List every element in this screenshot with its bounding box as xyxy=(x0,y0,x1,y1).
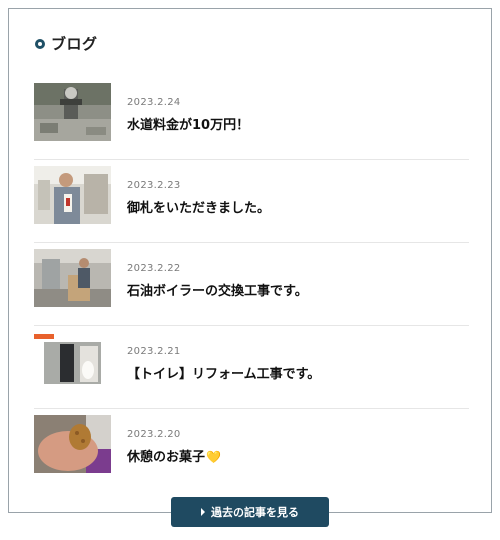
post-thumbnail[interactable] xyxy=(34,415,111,473)
more-posts-button[interactable]: 過去の記事を見る xyxy=(171,497,329,527)
more-posts-label: 過去の記事を見る xyxy=(211,506,299,519)
post-date: 2023.2.21 xyxy=(127,346,181,357)
post-title[interactable]: 休憩のお菓子💛 xyxy=(127,446,221,465)
post-thumbnail[interactable] xyxy=(34,166,111,224)
post-title-text[interactable]: 休憩のお菓子 xyxy=(127,450,205,465)
post-thumbnail[interactable] xyxy=(34,332,111,390)
blog-post-item[interactable]: 2023.2.24 水道料金が10万円！ xyxy=(34,77,469,160)
post-date: 2023.2.23 xyxy=(127,180,181,191)
blog-post-item[interactable]: 2023.2.21 【トイレ】リフォーム工事です。 xyxy=(34,326,469,409)
yellow-heart-icon: 💛 xyxy=(206,450,221,464)
post-date: 2023.2.22 xyxy=(127,263,181,274)
section-header: ブログ xyxy=(35,33,98,54)
post-title[interactable]: 【トイレ】リフォーム工事です。 xyxy=(127,363,320,382)
post-title-text[interactable]: 石油ボイラーの交換工事です。 xyxy=(127,284,308,299)
post-title-text[interactable]: 御札をいただきました。 xyxy=(127,201,270,216)
caret-right-icon xyxy=(201,508,205,516)
blog-post-item[interactable]: 2023.2.20 休憩のお菓子💛 xyxy=(34,409,469,492)
post-date: 2023.2.24 xyxy=(127,97,181,108)
post-date: 2023.2.20 xyxy=(127,429,181,440)
blog-post-item[interactable]: 2023.2.23 御札をいただきました。 xyxy=(34,160,469,243)
blog-post-list: 2023.2.24 水道料金が10万円！ 2023.2.23 御札をいただきまし… xyxy=(34,77,469,492)
post-title[interactable]: 御札をいただきました。 xyxy=(127,197,270,216)
section-title: ブログ xyxy=(51,35,98,53)
blog-widget: ブログ 2023.2.24 水道料金が10万円！ 2023.2.23 御札をいた… xyxy=(8,8,492,513)
post-title-text[interactable]: 水道料金が10万円！ xyxy=(127,118,249,133)
ring-bullet-icon xyxy=(35,38,45,49)
post-title[interactable]: 石油ボイラーの交換工事です。 xyxy=(127,280,308,299)
post-thumbnail[interactable] xyxy=(34,83,111,141)
post-thumbnail[interactable] xyxy=(34,249,111,307)
blog-post-item[interactable]: 2023.2.22 石油ボイラーの交換工事です。 xyxy=(34,243,469,326)
post-title[interactable]: 水道料金が10万円！ xyxy=(127,114,249,133)
post-title-text[interactable]: 【トイレ】リフォーム工事です。 xyxy=(127,367,320,382)
